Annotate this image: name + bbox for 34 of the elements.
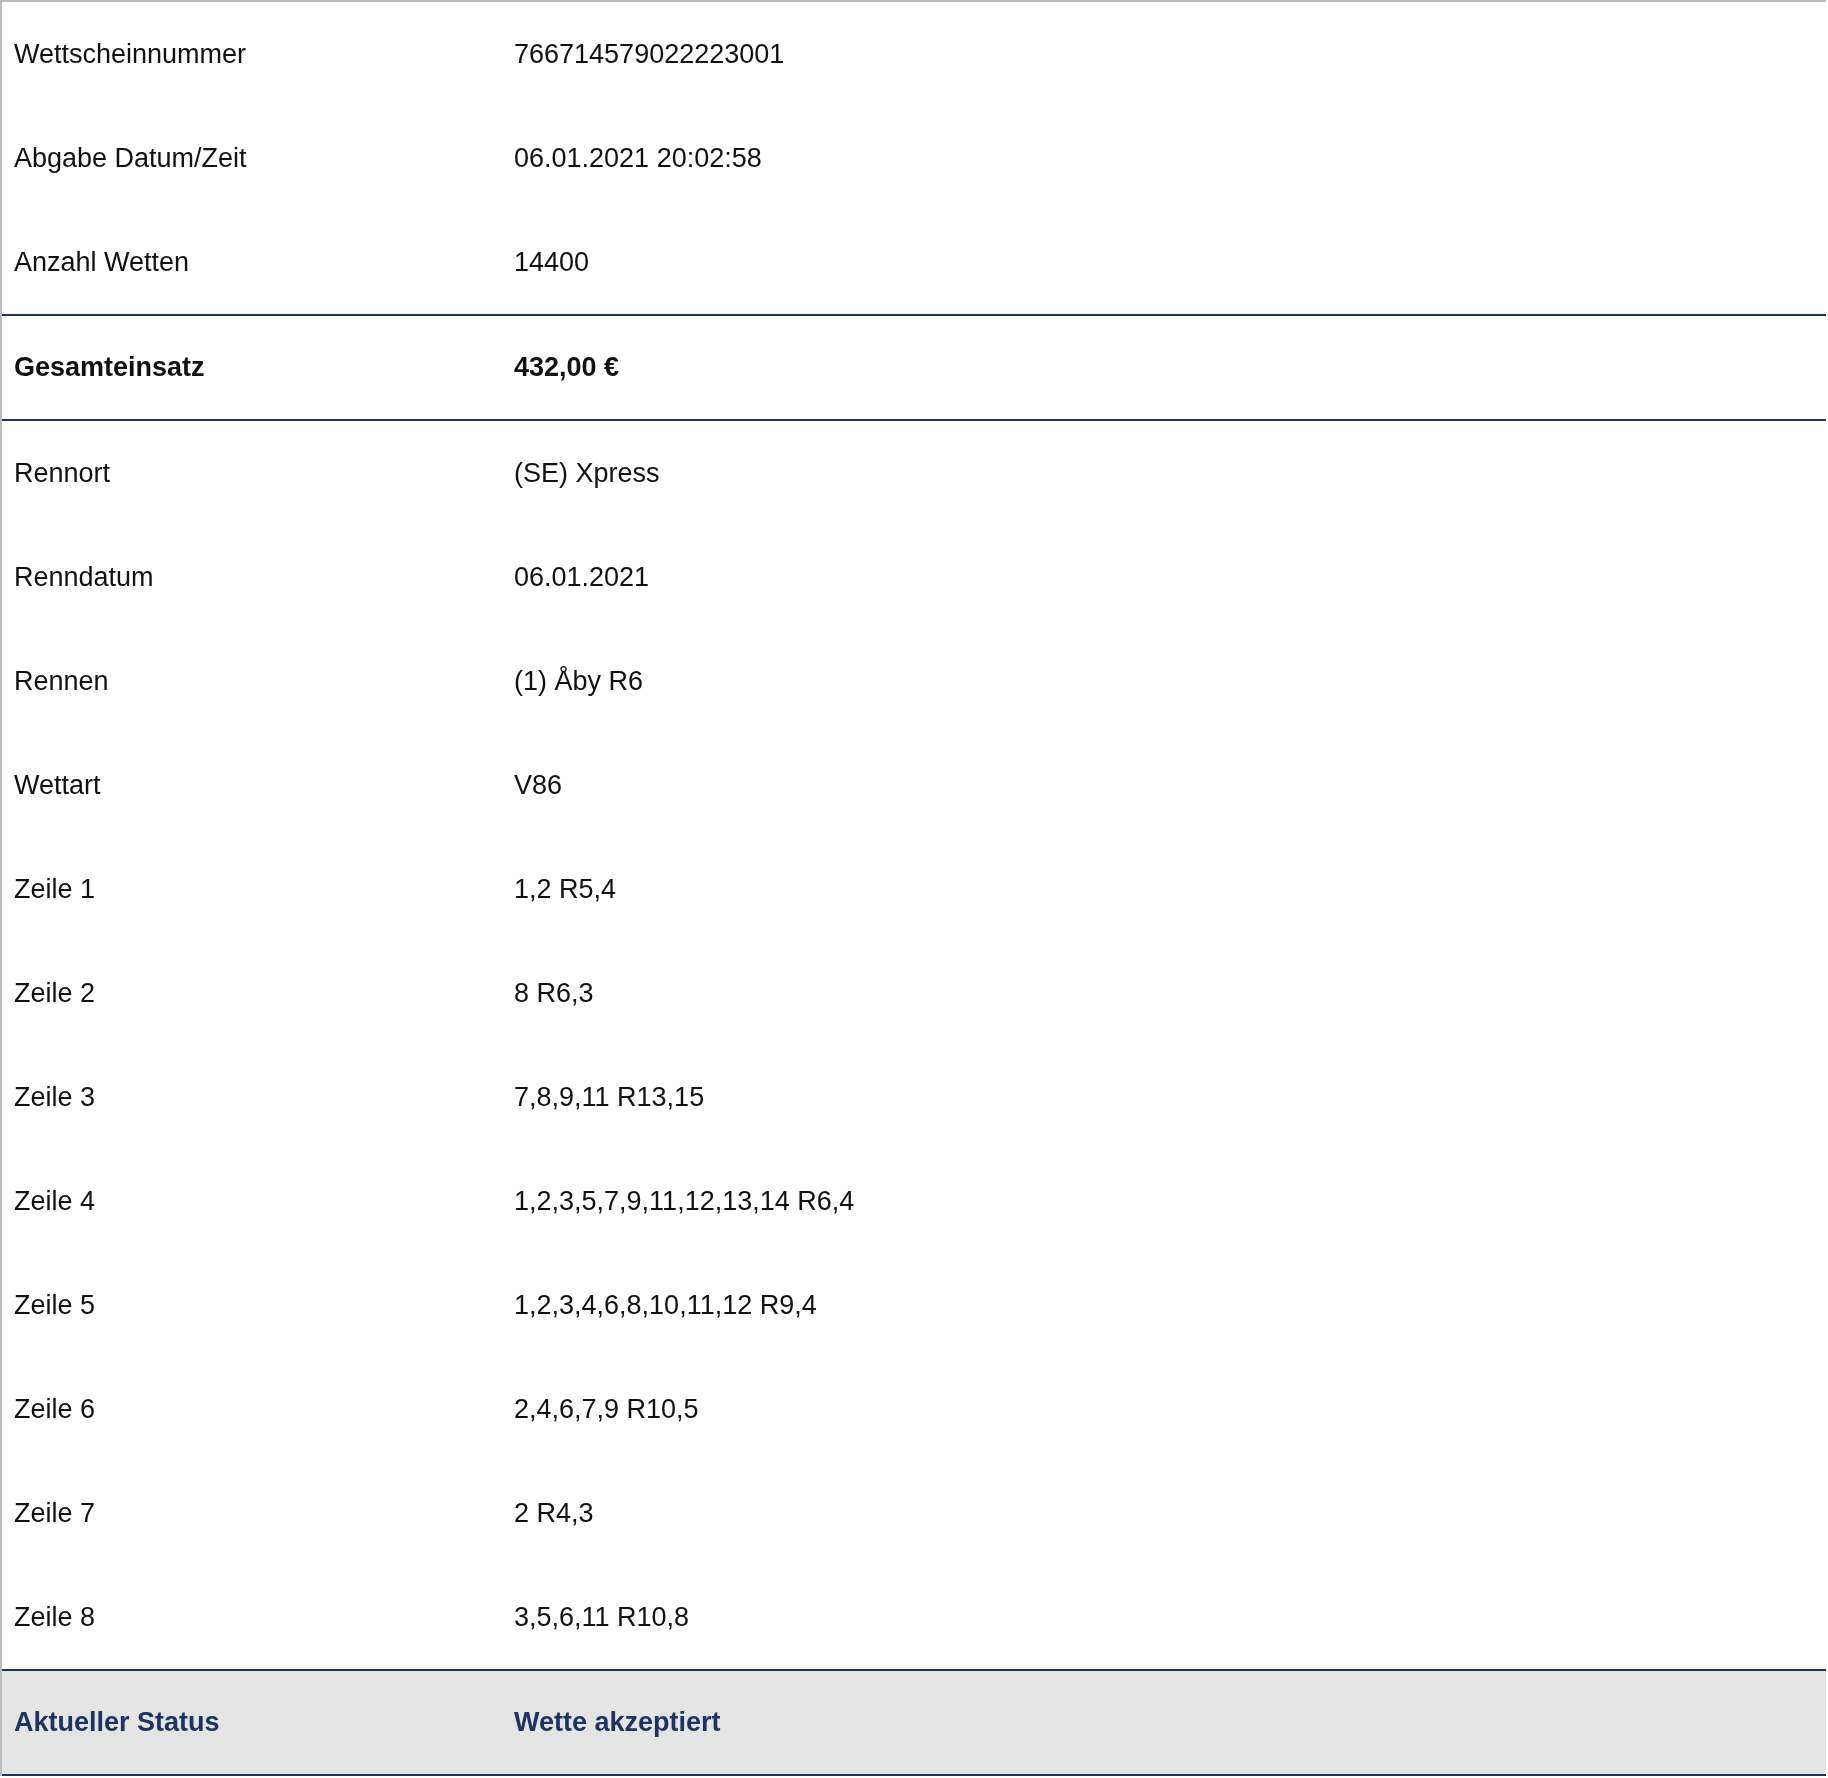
row-value: 06.01.2021 20:02:58	[514, 142, 762, 174]
row-value: 766714579022223001	[514, 38, 785, 70]
row-label: Renndatum	[14, 561, 155, 593]
row-value: 14400	[514, 246, 590, 278]
row-label: Gesamteinsatz	[14, 352, 206, 383]
row-value: 1,2,3,5,7,9,11,12,13,14 R6,4	[514, 1185, 855, 1217]
row-label: Wettart	[14, 769, 102, 801]
row-value: V86	[514, 769, 563, 801]
row-value: 7,8,9,11 R13,15	[514, 1081, 705, 1113]
row-value: 8 R6,3	[514, 977, 594, 1009]
row-label: Rennort	[14, 457, 112, 489]
row-label: Zeile 1	[14, 873, 97, 905]
row-value: (SE) Xpress	[514, 457, 660, 489]
row-label: Anzahl Wetten	[14, 246, 191, 278]
row-label: Zeile 7	[14, 1497, 97, 1529]
row-value: 1,2 R5,4	[514, 873, 617, 905]
row-value: 06.01.2021	[514, 561, 650, 593]
row-value: 2,4,6,7,9 R10,5	[514, 1393, 699, 1425]
row-label: Zeile 8	[14, 1601, 97, 1633]
row-label: Zeile 4	[14, 1185, 97, 1217]
row-value: Wette akzeptiert	[514, 1707, 721, 1738]
row-label: Wettscheinnummer	[14, 38, 248, 70]
row-label: Zeile 2	[14, 977, 97, 1009]
row-value: 432,00 €	[514, 352, 620, 383]
row-label: Abgabe Datum/Zeit	[14, 142, 248, 174]
row-value: (1) Åby R6	[514, 665, 644, 697]
row-value: 1,2,3,4,6,8,10,11,12 R9,4	[514, 1289, 817, 1321]
row-label: Zeile 5	[14, 1289, 97, 1321]
row-label: Zeile 6	[14, 1393, 97, 1425]
row-value: 3,5,6,11 R10,8	[514, 1601, 690, 1633]
row-label: Zeile 3	[14, 1081, 97, 1113]
row-label: Aktueller Status	[14, 1707, 221, 1738]
row-value: 2 R4,3	[514, 1497, 594, 1529]
row-label: Rennen	[14, 665, 110, 697]
